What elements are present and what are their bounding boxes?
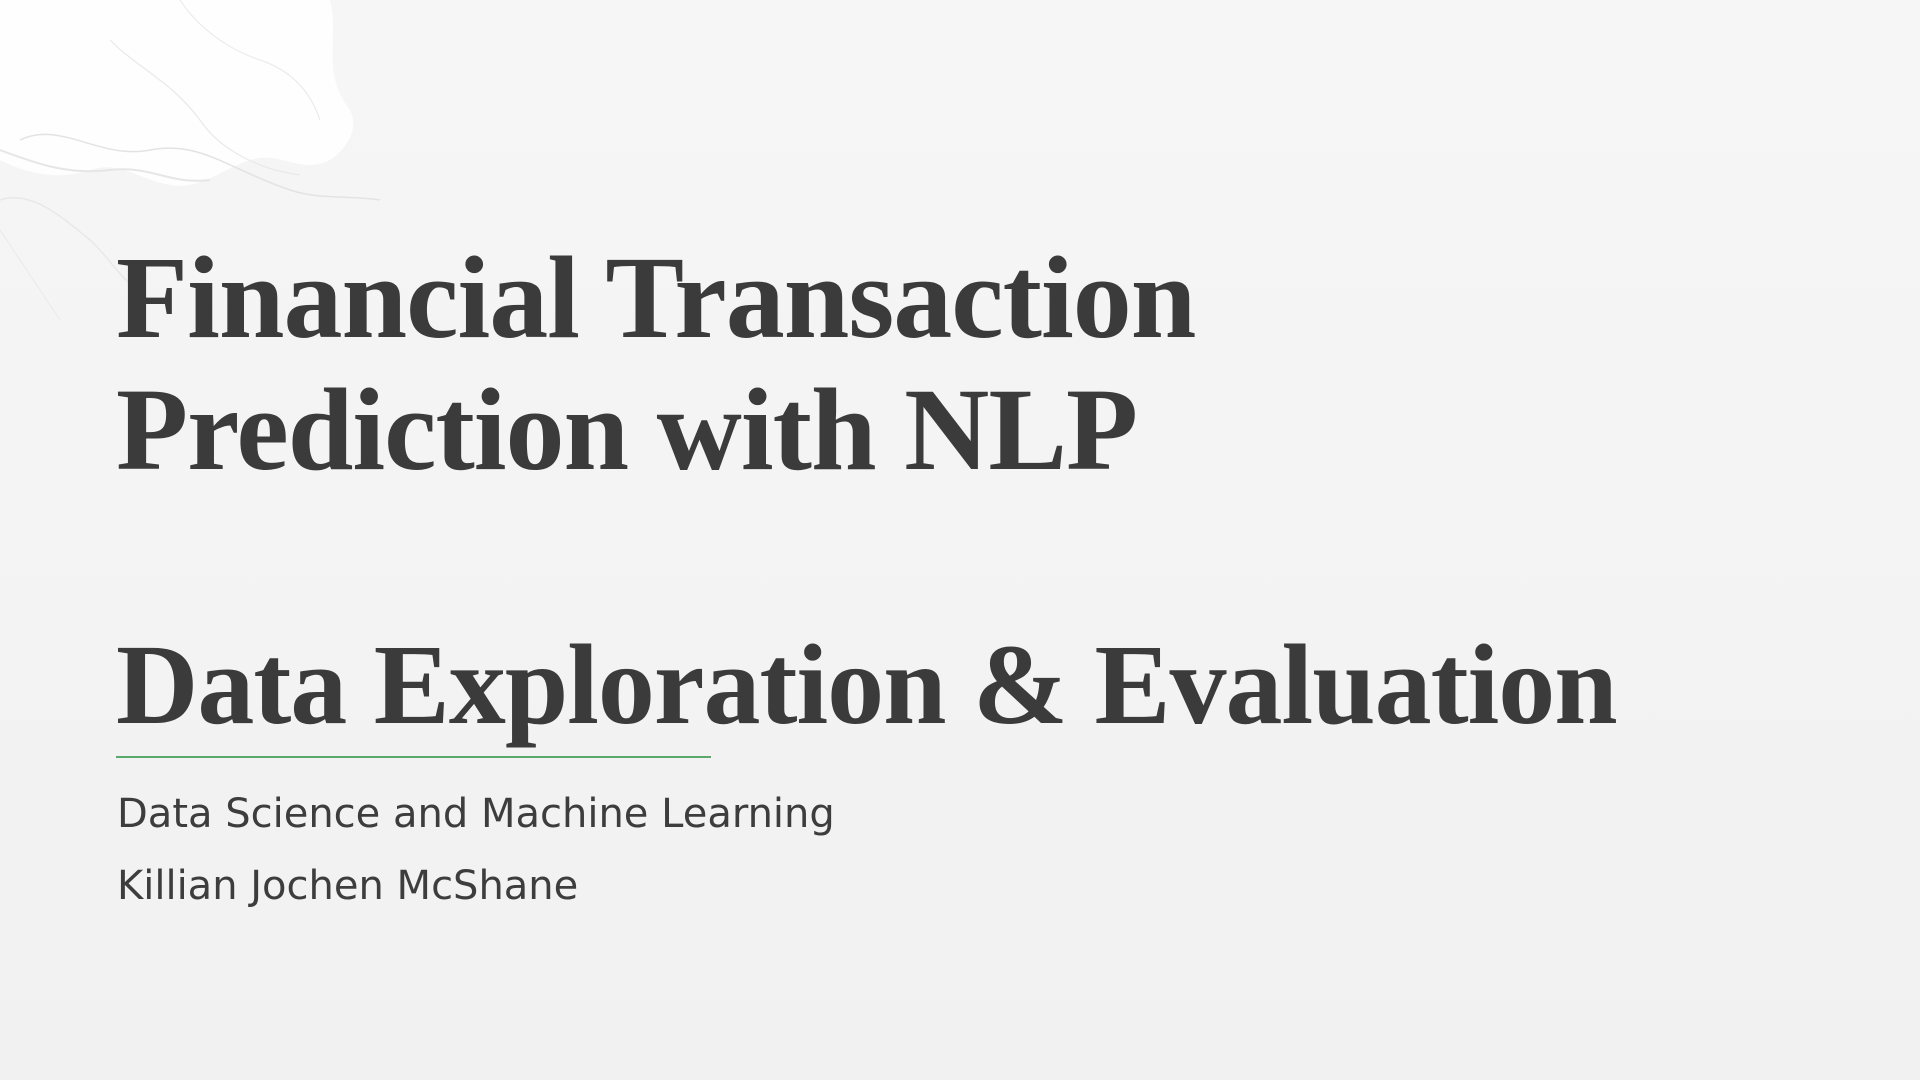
course-name: Data Science and Machine Learning — [117, 791, 835, 837]
slide-title: Financial Transaction Prediction with NL… — [116, 232, 1196, 496]
author-name: Killian Jochen McShane — [117, 863, 579, 909]
title-line-2: Prediction with NLP — [116, 364, 1138, 495]
slide-heading: Data Exploration & Evaluation — [116, 621, 1618, 748]
title-slide: Financial Transaction Prediction with NL… — [0, 0, 1920, 1080]
accent-divider — [116, 756, 711, 758]
title-line-1: Financial Transaction — [116, 232, 1196, 363]
